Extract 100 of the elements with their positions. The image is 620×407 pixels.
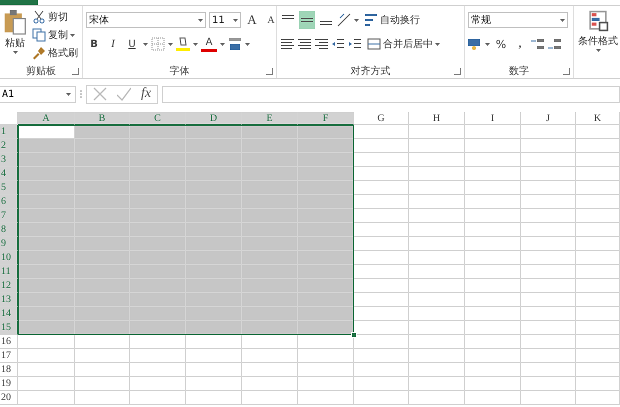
cell[interactable]	[186, 125, 242, 139]
number-format-select[interactable]: 常规	[468, 12, 568, 28]
cell[interactable]	[576, 363, 620, 377]
cell[interactable]	[521, 321, 576, 335]
row-header[interactable]: 14	[0, 307, 18, 321]
bold-button[interactable]: B	[86, 35, 102, 53]
row-header[interactable]: 20	[0, 391, 18, 405]
cell[interactable]	[465, 209, 521, 223]
row-header[interactable]: 12	[0, 279, 18, 293]
column-header[interactable]: E	[242, 112, 298, 125]
row-header[interactable]: 4	[0, 167, 18, 181]
row-header[interactable]: 1	[0, 125, 18, 139]
cell[interactable]	[298, 195, 354, 209]
cut-button[interactable]: 剪切	[30, 9, 80, 25]
cell[interactable]	[409, 251, 465, 265]
cell[interactable]	[409, 307, 465, 321]
merge-center-button[interactable]: 合并后居中	[365, 36, 442, 52]
row-header[interactable]: 2	[0, 139, 18, 153]
insert-function-button[interactable]: fx	[141, 86, 152, 102]
cell[interactable]	[18, 293, 75, 307]
cell[interactable]	[465, 377, 521, 391]
cell[interactable]	[354, 181, 409, 195]
cell[interactable]	[130, 335, 186, 349]
cell[interactable]	[354, 363, 409, 377]
cell[interactable]	[521, 153, 576, 167]
cell[interactable]	[75, 139, 130, 153]
cell[interactable]	[576, 293, 620, 307]
cell[interactable]	[409, 363, 465, 377]
cell[interactable]	[576, 167, 620, 181]
cell[interactable]	[298, 279, 354, 293]
cell[interactable]	[298, 251, 354, 265]
cell[interactable]	[465, 265, 521, 279]
cell[interactable]	[521, 209, 576, 223]
cell[interactable]	[409, 181, 465, 195]
cell[interactable]	[354, 349, 409, 363]
cell[interactable]	[465, 153, 521, 167]
cell[interactable]	[576, 279, 620, 293]
cell[interactable]	[576, 181, 620, 195]
cell[interactable]	[18, 321, 75, 335]
file-tab[interactable]	[0, 0, 38, 5]
wrap-text-button[interactable]: 自动换行	[362, 12, 422, 28]
cell[interactable]	[465, 363, 521, 377]
cell[interactable]	[521, 125, 576, 139]
row-header[interactable]: 7	[0, 209, 18, 223]
cell[interactable]	[576, 307, 620, 321]
cell[interactable]	[354, 307, 409, 321]
comma-button[interactable]: ,	[512, 35, 528, 53]
cell[interactable]	[18, 391, 75, 405]
cell[interactable]	[465, 321, 521, 335]
cell[interactable]	[354, 139, 409, 153]
cell[interactable]	[521, 223, 576, 237]
cell[interactable]	[75, 391, 130, 405]
cell[interactable]	[130, 125, 186, 139]
cell[interactable]	[521, 167, 576, 181]
cell[interactable]	[130, 391, 186, 405]
cell[interactable]	[18, 307, 75, 321]
cell[interactable]	[521, 349, 576, 363]
cell[interactable]	[298, 391, 354, 405]
cell[interactable]	[465, 251, 521, 265]
cell[interactable]	[576, 377, 620, 391]
cell[interactable]	[521, 307, 576, 321]
cell[interactable]	[465, 307, 521, 321]
row-header[interactable]: 5	[0, 181, 18, 195]
cell[interactable]	[521, 265, 576, 279]
cell[interactable]	[130, 349, 186, 363]
copy-button[interactable]: 复制	[30, 27, 80, 43]
cell[interactable]	[18, 181, 75, 195]
cell[interactable]	[18, 335, 75, 349]
cell[interactable]	[409, 349, 465, 363]
cell[interactable]	[409, 237, 465, 251]
cell[interactable]	[409, 153, 465, 167]
cell[interactable]	[354, 293, 409, 307]
cell[interactable]	[576, 153, 620, 167]
row-header[interactable]: 9	[0, 237, 18, 251]
column-header[interactable]: A	[18, 112, 75, 125]
column-header[interactable]: H	[409, 112, 465, 125]
cell[interactable]	[465, 223, 521, 237]
cell[interactable]	[354, 223, 409, 237]
cell[interactable]	[465, 237, 521, 251]
cell[interactable]	[354, 279, 409, 293]
cell[interactable]	[576, 237, 620, 251]
cell[interactable]	[465, 349, 521, 363]
row-header[interactable]: 15	[0, 321, 18, 335]
cell[interactable]	[576, 125, 620, 139]
cell[interactable]	[298, 125, 354, 139]
cell[interactable]	[409, 167, 465, 181]
cell[interactable]	[298, 363, 354, 377]
cell[interactable]	[576, 251, 620, 265]
cell[interactable]	[354, 391, 409, 405]
cell[interactable]	[130, 363, 186, 377]
cell[interactable]	[18, 349, 75, 363]
cell[interactable]	[409, 391, 465, 405]
cell[interactable]	[465, 391, 521, 405]
cell[interactable]	[186, 335, 242, 349]
formula-input[interactable]	[162, 86, 620, 102]
fill-handle[interactable]	[351, 332, 357, 338]
cell[interactable]	[18, 209, 75, 223]
cell[interactable]	[409, 223, 465, 237]
cell[interactable]	[298, 139, 354, 153]
cell[interactable]	[186, 391, 242, 405]
